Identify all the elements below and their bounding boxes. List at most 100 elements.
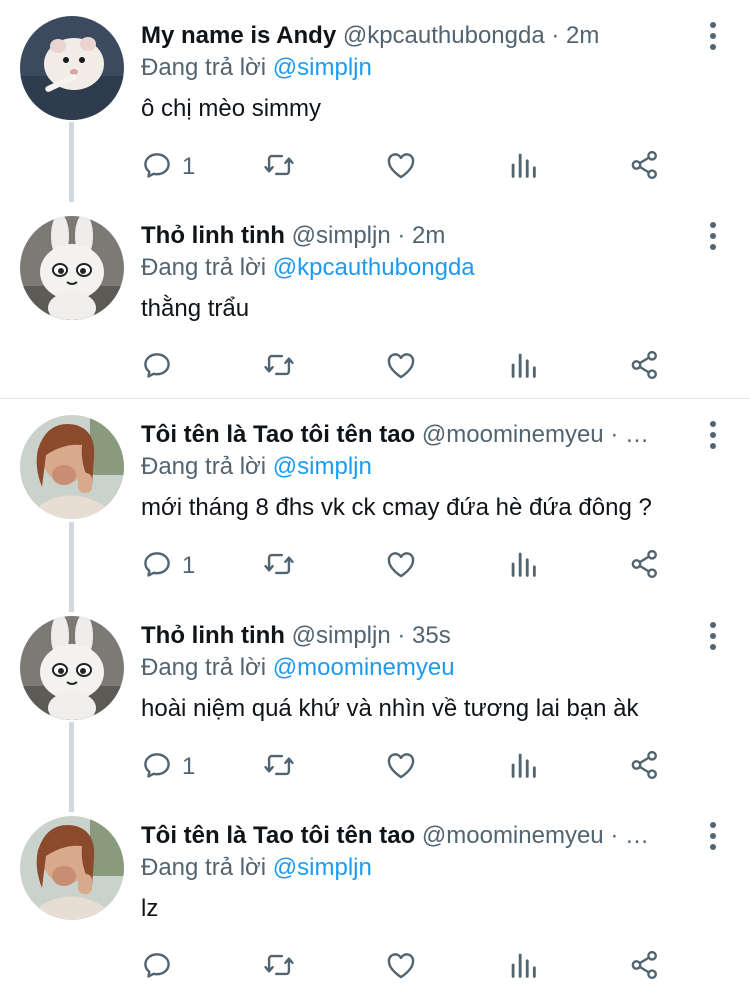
display-name[interactable]: Tôi tên là Tao tôi tên tao	[141, 421, 415, 448]
more-icon[interactable]	[706, 222, 718, 250]
avatar[interactable]	[20, 616, 124, 720]
share-button[interactable]	[628, 145, 662, 189]
like-icon	[384, 148, 418, 187]
tweet[interactable]: Thỏ linh tinh @simpljn · 35s Đang trả lờ…	[0, 600, 750, 800]
mention-link[interactable]: @simpljn	[273, 453, 372, 480]
mention-link[interactable]: @moominemyeu	[273, 654, 455, 681]
action-bar: 1	[0, 145, 750, 189]
timestamp[interactable]: 35s	[412, 622, 451, 649]
tweet-header: Tôi tên là Tao tôi tên tao @moominemyeu …	[141, 820, 672, 852]
user-handle[interactable]: @simpljn	[292, 622, 391, 649]
share-button[interactable]	[628, 945, 662, 989]
more-icon[interactable]	[706, 622, 718, 650]
reply-count: 1	[182, 552, 196, 579]
share-icon	[628, 748, 662, 787]
action-bar: 1	[0, 745, 750, 789]
views-button[interactable]	[506, 345, 540, 389]
display-name[interactable]: Thỏ linh tinh	[141, 222, 285, 249]
reply-icon	[140, 547, 174, 586]
tweet-text: mới tháng 8 đhs vk ck cmay đứa hè đứa đô…	[141, 494, 652, 521]
replying-to-label: Đang trả lời	[141, 654, 267, 681]
tweet[interactable]: Thỏ linh tinh @simpljn · 2m Đang trả lời…	[0, 200, 750, 400]
views-icon	[506, 148, 540, 187]
retweet-button[interactable]	[262, 745, 296, 789]
views-icon	[506, 547, 540, 586]
avatar[interactable]	[20, 415, 124, 519]
views-button[interactable]	[506, 945, 540, 989]
retweet-button[interactable]	[262, 345, 296, 389]
like-button[interactable]	[384, 544, 418, 588]
tweet-header: Thỏ linh tinh @simpljn · 35s	[141, 620, 672, 652]
replying-to-label: Đang trả lời	[141, 854, 267, 881]
like-icon	[384, 948, 418, 987]
retweet-icon	[262, 148, 296, 187]
reply-icon	[140, 748, 174, 787]
retweet-button[interactable]	[262, 544, 296, 588]
like-button[interactable]	[384, 945, 418, 989]
avatar[interactable]	[20, 816, 124, 920]
reply-icon	[140, 948, 174, 987]
user-handle[interactable]: @moominemyeu	[422, 822, 604, 849]
reply-button[interactable]	[140, 945, 182, 989]
views-button[interactable]	[506, 145, 540, 189]
tweet-text: lz	[141, 895, 159, 922]
reply-count: 1	[182, 153, 196, 180]
like-button[interactable]	[384, 145, 418, 189]
replying-to-label: Đang trả lời	[141, 254, 267, 281]
timestamp[interactable]: 2m	[412, 222, 445, 249]
separator-dot: · …	[610, 421, 649, 448]
views-button[interactable]	[506, 544, 540, 588]
replying-to-label: Đang trả lời	[141, 453, 267, 480]
retweet-icon	[262, 948, 296, 987]
share-icon	[628, 547, 662, 586]
replying-to: Đang trả lời @simpljn	[141, 852, 372, 884]
like-icon	[384, 348, 418, 387]
more-icon[interactable]	[706, 421, 718, 449]
share-button[interactable]	[628, 745, 662, 789]
tweet-text: thằng trẩu	[141, 295, 250, 322]
reply-button[interactable]: 1	[140, 544, 195, 588]
user-handle[interactable]: @kpcauthubongda	[343, 22, 545, 49]
reply-button[interactable]: 1	[140, 145, 195, 189]
views-button[interactable]	[506, 745, 540, 789]
avatar[interactable]	[20, 216, 124, 320]
tweet[interactable]: My name is Andy @kpcauthubongda · 2m Đan…	[0, 0, 750, 200]
retweet-icon	[262, 348, 296, 387]
reply-button[interactable]: 1	[140, 745, 195, 789]
separator-dot: ·	[397, 222, 406, 249]
reply-icon	[140, 148, 174, 187]
display-name[interactable]: Tôi tên là Tao tôi tên tao	[141, 822, 415, 849]
user-handle[interactable]: @moominemyeu	[422, 421, 604, 448]
timestamp[interactable]: 2m	[566, 22, 599, 49]
tweet-text: ô chị mèo simmy	[141, 95, 322, 122]
views-icon	[506, 948, 540, 987]
user-handle[interactable]: @simpljn	[292, 222, 391, 249]
reply-count: 1	[182, 753, 196, 780]
mention-link[interactable]: @simpljn	[273, 854, 372, 881]
tweet-header: My name is Andy @kpcauthubongda · 2m	[141, 20, 672, 52]
separator-dot: ·	[551, 22, 560, 49]
mention-link[interactable]: @kpcauthubongda	[273, 254, 475, 281]
retweet-button[interactable]	[262, 145, 296, 189]
display-name[interactable]: My name is Andy	[141, 22, 336, 49]
mention-link[interactable]: @simpljn	[273, 54, 372, 81]
share-icon	[628, 948, 662, 987]
share-button[interactable]	[628, 544, 662, 588]
tweet[interactable]: Tôi tên là Tao tôi tên tao @moominemyeu …	[0, 800, 750, 993]
retweet-icon	[262, 547, 296, 586]
action-bar	[0, 345, 750, 389]
like-button[interactable]	[384, 745, 418, 789]
more-icon[interactable]	[706, 22, 718, 50]
reply-icon	[140, 348, 174, 387]
display-name[interactable]: Thỏ linh tinh	[141, 622, 285, 649]
tweet[interactable]: Tôi tên là Tao tôi tên tao @moominemyeu …	[0, 398, 750, 598]
action-bar	[0, 945, 750, 989]
like-button[interactable]	[384, 345, 418, 389]
more-icon[interactable]	[706, 822, 718, 850]
reply-button[interactable]	[140, 345, 182, 389]
retweet-button[interactable]	[262, 945, 296, 989]
avatar[interactable]	[20, 16, 124, 120]
share-icon	[628, 148, 662, 187]
retweet-icon	[262, 748, 296, 787]
share-button[interactable]	[628, 345, 662, 389]
